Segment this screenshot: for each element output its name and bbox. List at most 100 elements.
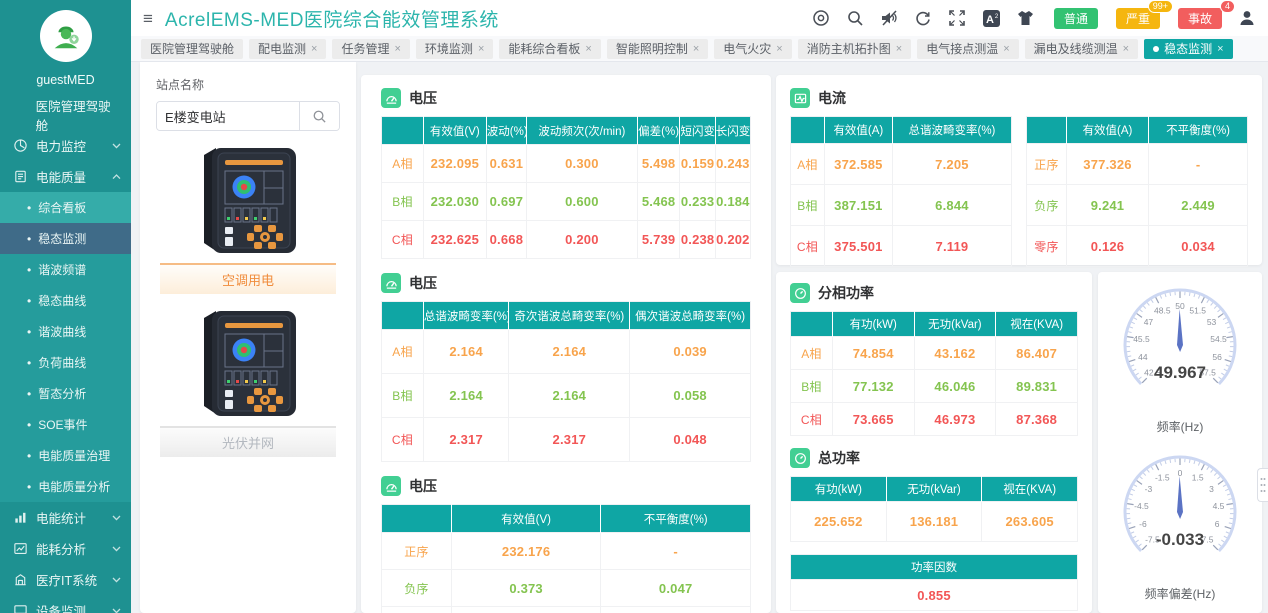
tab-8[interactable]: 电气接点测温× [917, 39, 1018, 59]
target-icon[interactable] [812, 9, 831, 28]
tab-0[interactable]: 医院管理驾驶舱 [141, 39, 243, 59]
tab-3[interactable]: 环境监测 × [416, 39, 493, 59]
sidebar-menu: 医院管理驾驶舱电力监控电能质量•综合看板•稳态监测•谐波频谱•稳态曲线•谐波曲线… [0, 99, 131, 613]
device-1[interactable]: 光伏并网 [156, 306, 340, 457]
sidebar-subitem-12[interactable]: •电能质量分析 [0, 471, 131, 502]
device-0[interactable]: 空调用电 [156, 143, 340, 294]
tab-10[interactable]: 稳态监测× [1144, 39, 1232, 59]
tab-6[interactable]: 电气火灾× [714, 39, 791, 59]
total-power-table: 有功(kW)无功(kVar)视在(KVA)225.652136.181263.6… [790, 476, 1078, 542]
tab-close-icon[interactable]: × [311, 43, 317, 55]
sidebar-item-15[interactable]: 医疗IT系统 [0, 564, 131, 595]
sidebar-item-1[interactable]: 电力监控 [0, 130, 131, 161]
tab-close-icon[interactable]: × [896, 43, 902, 55]
tab-close-icon[interactable]: × [585, 43, 591, 55]
sidebar-item-13[interactable]: 电能统计 [0, 502, 131, 533]
panel-collapse-handle[interactable] [1257, 468, 1268, 502]
power-quality-icon [13, 169, 28, 184]
svg-text:-1.5: -1.5 [1155, 472, 1170, 482]
energy-stats-icon [13, 510, 28, 525]
current-basic-table: 有效值(A)总谐波畸变率(%)A相372.5857.205B相387.1516.… [790, 116, 1012, 267]
search-icon[interactable] [846, 9, 865, 28]
alarm-label: 严重 [1126, 12, 1150, 26]
current-sequence-table: 有效值(A)不平衡度(%)正序377.326-负序9.2412.449零序0.1… [1026, 116, 1248, 267]
sidebar-subitem-7[interactable]: •谐波曲线 [0, 316, 131, 347]
value-cell: 2.164 [509, 374, 630, 418]
value-cell: 2.164 [509, 330, 630, 374]
table-header-cell: 短闪变 [680, 117, 715, 145]
hamburger-menu-icon[interactable]: ≡ [143, 10, 153, 27]
sidebar-subitem-5[interactable]: •谐波频谱 [0, 254, 131, 285]
theme-shirt-icon[interactable] [1016, 9, 1035, 28]
table-header-cell [791, 312, 833, 337]
tab-close-icon[interactable]: × [776, 43, 782, 55]
tab-2[interactable]: 任务管理 × [332, 39, 409, 59]
value-cell: 0.126 [1066, 226, 1148, 267]
device-label: 光伏并网 [160, 426, 336, 457]
svg-text:53: 53 [1207, 317, 1217, 327]
meter-device-image [184, 306, 312, 422]
alarm-accident-button[interactable]: 事故4 [1178, 8, 1222, 29]
tab-1[interactable]: 配电监测 × [249, 39, 326, 59]
sidebar-item-2[interactable]: 电能质量 [0, 161, 131, 192]
svg-text:0: 0 [1178, 468, 1183, 478]
value-cell: 0.233 [680, 183, 715, 221]
font-size-icon[interactable]: A2 [982, 9, 1001, 28]
chevron-down-icon [112, 515, 121, 521]
value-cell: 43.162 [914, 337, 996, 370]
active-tab-dot [1153, 46, 1159, 52]
sidebar-subitem-9[interactable]: •暂态分析 [0, 378, 131, 409]
tab-close-icon[interactable]: × [1217, 43, 1223, 55]
value-cell: 6.844 [892, 185, 1011, 226]
mute-icon[interactable] [880, 9, 899, 28]
station-search-input[interactable] [157, 102, 299, 130]
sidebar-subitem-8[interactable]: •负荷曲线 [0, 347, 131, 378]
value-cell: 387.151 [824, 185, 892, 226]
sidebar-subitem-3[interactable]: •综合看板 [0, 192, 131, 223]
table-row: C相2.3172.3170.048 [382, 418, 751, 462]
svg-text:51.5: 51.5 [1189, 306, 1206, 316]
tab-5[interactable]: 智能照明控制 × [607, 39, 708, 59]
sidebar-subitem-11[interactable]: •电能质量治理 [0, 440, 131, 471]
tab-label: 智能照明控制 [616, 40, 688, 57]
value-cell: 86.407 [996, 337, 1078, 370]
alarm-normal-button[interactable]: 普通 [1054, 8, 1098, 29]
sidebar-subitem-4[interactable]: •稳态监测 [0, 223, 131, 254]
row-label-cell: C相 [791, 403, 833, 436]
tab-label: 任务管理 [341, 40, 389, 57]
tab-label: 环境监测 [425, 40, 473, 57]
value-cell: 2.164 [423, 330, 509, 374]
tab-close-icon[interactable]: × [1123, 43, 1129, 55]
tab-close-icon[interactable]: × [693, 43, 699, 55]
sidebar-item-0[interactable]: 医院管理驾驶舱 [0, 99, 131, 130]
refresh-icon[interactable] [914, 9, 933, 28]
tab-7[interactable]: 消防主机拓扑图× [798, 39, 911, 59]
value-cell: - [1149, 144, 1248, 185]
frequency-gauge-block: 42.54445.54748.55051.55354.55657.549.967… [1101, 283, 1259, 435]
table-header-cell: 有功(kW) [791, 477, 887, 502]
value-cell: 0.373 [451, 570, 601, 607]
tab-close-icon[interactable]: × [394, 43, 400, 55]
sidebar-item-label: 电能质量治理 [38, 447, 110, 464]
alarm-severe-button[interactable]: 严重99+ [1116, 8, 1160, 29]
row-label-cell: 负序 [1027, 185, 1067, 226]
fullscreen-icon[interactable] [948, 9, 967, 28]
tab-9[interactable]: 漏电及线缆测温× [1025, 39, 1138, 59]
table-header-cell: 偏差(%) [637, 117, 680, 145]
tab-4[interactable]: 能耗综合看板× [499, 39, 600, 59]
value-cell: 89.831 [996, 370, 1078, 403]
user-icon[interactable] [1237, 9, 1256, 28]
sidebar-subitem-6[interactable]: •稳态曲线 [0, 285, 131, 316]
alarm-count-badge: 99+ [1148, 0, 1173, 13]
tab-close-icon[interactable]: × [1003, 43, 1009, 55]
tab-label: 配电监测 [258, 40, 306, 57]
sidebar-subitem-10[interactable]: •SOE事件 [0, 409, 131, 440]
tab-close-icon[interactable]: × [478, 43, 484, 55]
row-label-cell: A相 [382, 145, 424, 183]
sidebar-item-16[interactable]: 设备监测 [0, 595, 131, 613]
table-row: A相74.85443.16286.407 [791, 337, 1078, 370]
row-label-cell: C相 [382, 418, 424, 462]
station-search-button[interactable] [299, 102, 339, 130]
station-name-label: 站点名称 [156, 76, 340, 93]
sidebar-item-14[interactable]: 能耗分析 [0, 533, 131, 564]
